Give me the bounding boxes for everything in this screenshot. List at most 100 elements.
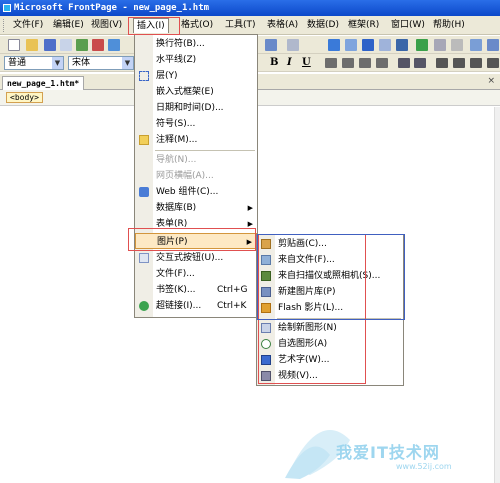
submenu-item-video[interactable]: 视频(V)...: [257, 368, 403, 384]
menu-item-label: 日期和时间(D)...: [156, 103, 224, 113]
menu-data[interactable]: 数据(D): [304, 18, 342, 33]
style-value: 普通: [8, 58, 27, 68]
menu-item-label: 新建图片库(P): [278, 287, 336, 297]
menu-edit[interactable]: 编辑(E): [50, 18, 87, 33]
hyperlink-icon[interactable]: [416, 39, 428, 51]
menu-item-label: 视频(V)...: [278, 371, 318, 381]
menu-item-label: 超链接(I)...: [156, 301, 202, 311]
menu-item-hyperlink[interactable]: 超链接(I)... Ctrl+K: [135, 298, 257, 314]
italic-button[interactable]: I: [287, 57, 292, 69]
menu-item-label: 来自扫描仪或照相机(S)...: [278, 271, 381, 281]
photo-gallery-icon: [261, 287, 271, 297]
outdent-icon[interactable]: [470, 58, 482, 68]
window-title: Microsoft FrontPage - new_page_1.htm: [14, 3, 210, 13]
menu-frames[interactable]: 框架(R): [345, 18, 382, 33]
document-tab[interactable]: new_page_1.htm*: [2, 76, 85, 90]
menu-item-break[interactable]: 换行符(B)...: [135, 36, 257, 52]
undo-icon[interactable]: [265, 39, 277, 51]
menu-item-bookmark[interactable]: 书签(K)... Ctrl+G: [135, 282, 257, 298]
submenu-item-clip-art[interactable]: 剪贴画(C)...: [257, 236, 403, 252]
menu-item-file[interactable]: 文件(F)...: [135, 266, 257, 282]
menu-file[interactable]: 文件(F): [10, 18, 46, 33]
menu-insert[interactable]: 插入(I): [133, 18, 169, 33]
menu-item-label: Web 组件(C)...: [156, 187, 219, 197]
refresh-icon[interactable]: [434, 39, 446, 51]
align-left-icon[interactable]: [325, 58, 337, 68]
close-icon[interactable]: ×: [487, 76, 495, 86]
open-folder-icon[interactable]: [26, 39, 38, 51]
insert-component-icon[interactable]: [328, 39, 340, 51]
insert-picture-icon[interactable]: [379, 39, 391, 51]
bold-button[interactable]: B: [270, 57, 278, 69]
menu-tools[interactable]: 工具(T): [222, 18, 259, 33]
help-icon[interactable]: [487, 39, 499, 51]
menu-item-form[interactable]: 表单(R) ▶: [135, 216, 257, 232]
menu-item-web-component[interactable]: Web 组件(C)...: [135, 184, 257, 200]
clip-art-icon: [261, 239, 271, 249]
hyperlink-globe-icon: [139, 301, 149, 311]
print-icon[interactable]: [76, 39, 88, 51]
justify-icon[interactable]: [376, 58, 388, 68]
save-icon[interactable]: [44, 39, 56, 51]
menu-separator: [277, 318, 401, 319]
new-page-icon[interactable]: [8, 39, 20, 51]
align-right-icon[interactable]: [359, 58, 371, 68]
submenu-item-new-gallery[interactable]: 新建图片库(P): [257, 284, 403, 300]
scanner-icon: [261, 271, 271, 281]
menu-item-label: 换行符(B)...: [156, 39, 205, 49]
menu-item-label: 图片(P): [157, 237, 188, 247]
numbering-icon[interactable]: [436, 58, 448, 68]
menu-item-label: 水平线(Z): [156, 55, 197, 65]
menu-item-inline-frame[interactable]: 嵌入式框架(E): [135, 84, 257, 100]
menu-item-picture[interactable]: 图片(P) ▶: [135, 233, 257, 249]
bullets-icon[interactable]: [453, 58, 465, 68]
chevron-down-icon[interactable]: ▼: [122, 57, 133, 69]
stop-icon[interactable]: [451, 39, 463, 51]
menu-table[interactable]: 表格(A): [264, 18, 301, 33]
menu-item-label: 导航(N)...: [156, 155, 197, 165]
menu-help[interactable]: 帮助(H): [430, 18, 468, 33]
submenu-item-from-file[interactable]: 来自文件(F)...: [257, 252, 403, 268]
menu-item-label: 交互式按钮(U)...: [156, 253, 224, 263]
indent-icon[interactable]: [487, 58, 499, 68]
chevron-down-icon[interactable]: ▼: [52, 57, 63, 69]
menu-item-horizontal-line[interactable]: 水平线(Z): [135, 52, 257, 68]
submenu-item-new-drawing[interactable]: 绘制新图形(N): [257, 320, 403, 336]
watermark-text: 我爱IT技术网: [336, 443, 440, 462]
menu-item-database[interactable]: 数据库(B) ▶: [135, 200, 257, 216]
menu-item-label: 自选图形(A): [278, 339, 328, 349]
align-center-icon[interactable]: [342, 58, 354, 68]
redo-icon[interactable]: [287, 39, 299, 51]
publish-icon[interactable]: [60, 39, 72, 51]
menu-format[interactable]: 格式(O): [178, 18, 216, 33]
drawing-icon[interactable]: [396, 39, 408, 51]
submenu-item-wordart[interactable]: 艺术字(W)...: [257, 352, 403, 368]
menu-item-interactive-button[interactable]: 交互式按钮(U)...: [135, 250, 257, 266]
menu-window[interactable]: 窗口(W): [388, 18, 428, 33]
underline-button[interactable]: U: [302, 57, 311, 69]
menu-item-navigation: 导航(N)...: [135, 152, 257, 168]
menu-item-label: 文件(F)...: [156, 269, 195, 279]
menu-item-layer[interactable]: 层(Y): [135, 68, 257, 84]
submenu-arrow-icon: ▶: [246, 238, 252, 246]
insert-layer-icon[interactable]: [362, 39, 374, 51]
menu-item-symbol[interactable]: 符号(S)...: [135, 116, 257, 132]
submenu-item-scanner-camera[interactable]: 来自扫描仪或照相机(S)...: [257, 268, 403, 284]
style-dropdown[interactable]: 普通 ▼: [4, 56, 64, 70]
menu-item-date-time[interactable]: 日期和时间(D)...: [135, 100, 257, 116]
increase-font-icon[interactable]: [398, 58, 410, 68]
menubar-grip[interactable]: [3, 19, 6, 32]
submenu-item-flash-movie[interactable]: Flash 影片(L)...: [257, 300, 403, 316]
vertical-scrollbar[interactable]: [494, 107, 500, 483]
spelling-icon[interactable]: [108, 39, 120, 51]
menu-view[interactable]: 视图(V): [88, 18, 125, 33]
body-tag-selector[interactable]: <body>: [6, 92, 43, 103]
decrease-font-icon[interactable]: [414, 58, 426, 68]
font-dropdown[interactable]: 宋体 ▼: [68, 56, 134, 70]
submenu-item-autoshapes[interactable]: 自选图形(A): [257, 336, 403, 352]
menu-item-comment[interactable]: 注释(M)...: [135, 132, 257, 148]
show-all-icon[interactable]: [470, 39, 482, 51]
preview-icon[interactable]: [92, 39, 104, 51]
menu-shortcut: Ctrl+G: [217, 285, 248, 295]
insert-table-icon[interactable]: [345, 39, 357, 51]
